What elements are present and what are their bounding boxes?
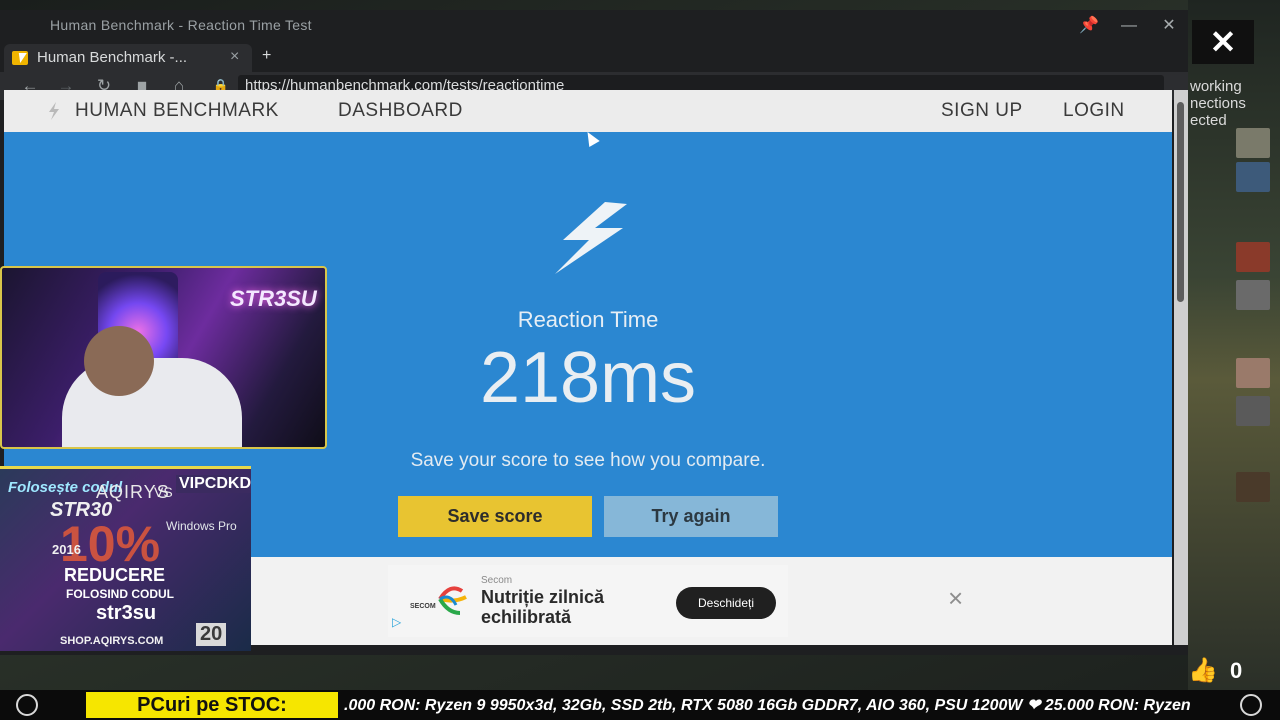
window-title: Human Benchmark - Reaction Time Test xyxy=(50,17,312,33)
promo-vs: VS xyxy=(154,484,173,500)
side-avatar xyxy=(1236,280,1270,310)
close-window-button[interactable]: ✕ xyxy=(1158,15,1180,37)
ad-open-button[interactable]: Deschideți xyxy=(676,587,776,619)
new-tab-button[interactable]: + xyxy=(262,47,271,65)
secom-logo: SECOM xyxy=(410,579,470,619)
tab-human-benchmark[interactable]: Human Benchmark -... × xyxy=(4,44,252,72)
minimize-button[interactable]: — xyxy=(1118,15,1140,37)
tab-title: Human Benchmark -... xyxy=(37,49,188,66)
page-scrollbar[interactable] xyxy=(1174,90,1188,645)
crosshair-icon xyxy=(16,694,38,716)
tab-bar: Human Benchmark -... × + xyxy=(0,42,1188,72)
tab-close-button[interactable]: × xyxy=(230,48,239,66)
stream-ticker: PCuri pe STOC: .000 RON: Ryzen 9 9950x3d… xyxy=(0,690,1280,720)
secom-logo-text: SECOM xyxy=(410,603,436,610)
ad-choices-icon[interactable]: ▷ xyxy=(392,615,401,629)
sign-up-link[interactable]: SIGN UP xyxy=(941,100,1023,122)
promo-user: str3su xyxy=(96,602,157,624)
promo-banner: Folosește codul STR30 AQIRYS VS VIPCDKDE… xyxy=(0,466,251,651)
dashboard-link[interactable]: DASHBOARD xyxy=(338,100,463,122)
side-avatar xyxy=(1236,242,1270,272)
save-score-button[interactable]: Save score xyxy=(398,496,592,537)
lightning-bolt-icon xyxy=(555,202,627,274)
login-link[interactable]: LOGIN xyxy=(1063,100,1125,122)
try-again-button[interactable]: Try again xyxy=(604,496,778,537)
side-avatar xyxy=(1236,128,1270,158)
ad-close-button[interactable]: × xyxy=(948,583,963,614)
ticker-text: .000 RON: Ryzen 9 9950x3d, 32Gb, SSD 2tb… xyxy=(344,697,1191,714)
promo-folosind: FOLOSIND CODUL xyxy=(66,587,174,601)
side-line: working xyxy=(1190,78,1242,95)
site-header: HUMAN BENCHMARK DASHBOARD SIGN UP LOGIN xyxy=(4,90,1172,132)
webcam-neon-sign: STR3SU xyxy=(230,286,317,311)
title-bar: Human Benchmark - Reaction Time Test 📌 —… xyxy=(0,10,1188,42)
webcam-feed: STR3SU xyxy=(0,266,327,449)
bolt-favicon-icon xyxy=(12,51,28,65)
ad-content[interactable]: SECOM Secom Nutriție zilnică echilibrată… xyxy=(388,565,788,637)
like-count: 0 xyxy=(1230,658,1243,683)
promo-reducere: REDUCERE xyxy=(64,565,166,585)
promo-year: 2016 xyxy=(52,542,81,557)
side-avatar xyxy=(1236,162,1270,192)
promo-partner: VIPCDKDEALS xyxy=(176,475,251,493)
webcam-person-head xyxy=(84,326,154,396)
ticker-label: PCuri pe STOC: xyxy=(86,692,338,718)
overlay-close-button[interactable]: ✕ xyxy=(1192,20,1254,64)
brand-link[interactable]: HUMAN BENCHMARK xyxy=(75,100,279,122)
bolt-logo-icon[interactable] xyxy=(48,102,60,120)
promo-os: Windows Pro xyxy=(166,519,237,533)
ad-sponsor: Secom xyxy=(481,575,513,586)
promo-badge: 20 xyxy=(196,623,227,646)
side-avatar xyxy=(1236,358,1270,388)
ad-headline[interactable]: Nutriție zilnică echilibrată xyxy=(481,587,671,627)
thumbs-up-icon: 👍 xyxy=(1188,657,1218,684)
crosshair-icon xyxy=(1240,694,1262,716)
side-line: ected xyxy=(1190,112,1227,129)
side-avatar xyxy=(1236,396,1270,426)
pin-icon[interactable]: 📌 xyxy=(1078,15,1100,37)
side-avatar xyxy=(1236,472,1270,502)
side-line: nections xyxy=(1190,95,1246,112)
scrollbar-thumb[interactable] xyxy=(1177,102,1184,302)
secom-logo-mark-icon xyxy=(438,586,467,615)
promo-shop: SHOP.AQIRYS.COM xyxy=(60,635,164,647)
side-panel-text: working nections ected xyxy=(1190,78,1246,129)
